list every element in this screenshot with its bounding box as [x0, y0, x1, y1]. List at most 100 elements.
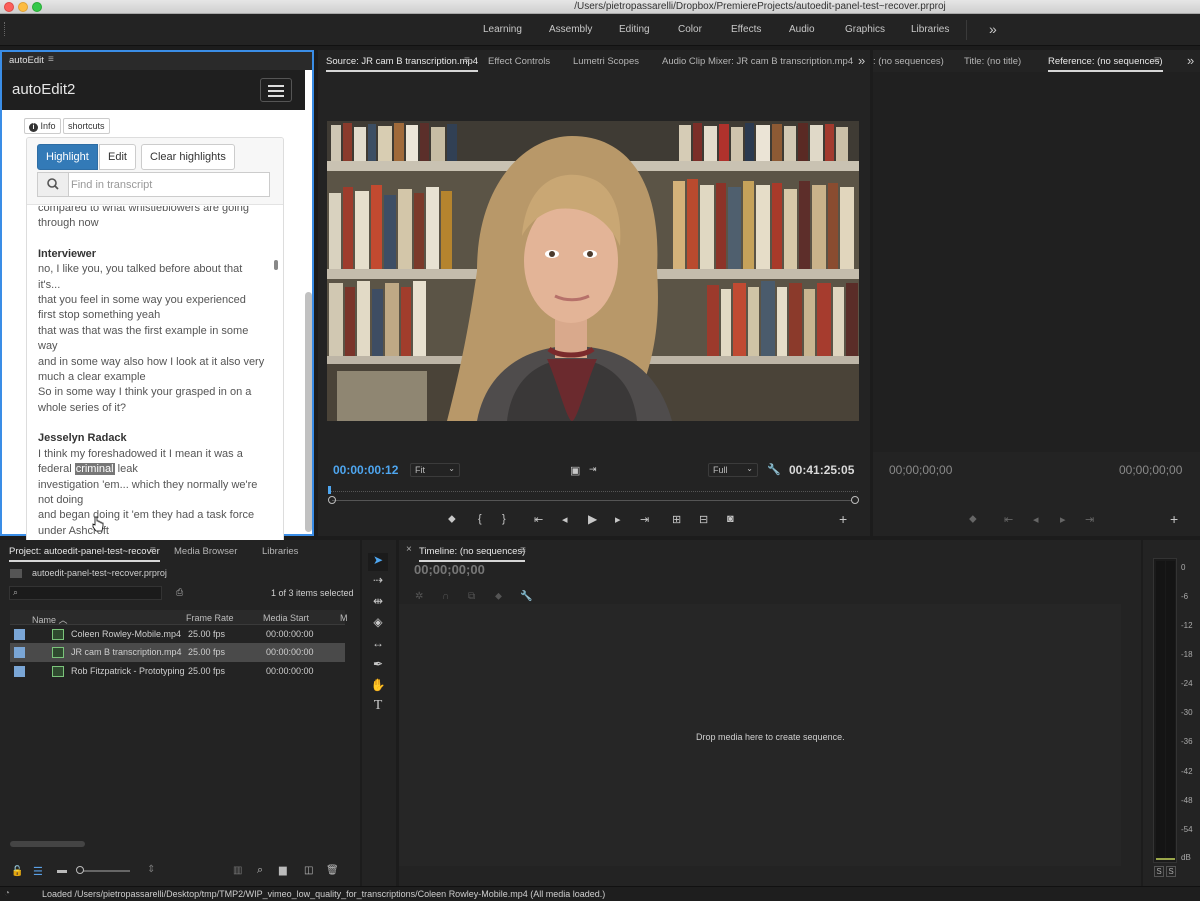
- close-tab-icon[interactable]: ×: [406, 544, 412, 555]
- insert-icon[interactable]: ⊞: [672, 513, 681, 526]
- tabs-overflow-icon[interactable]: »: [858, 53, 865, 68]
- highlighted-word[interactable]: criminal: [74, 463, 115, 476]
- workspace-audio[interactable]: Audio: [789, 24, 815, 35]
- trim-icon[interactable]: ⇥: [589, 464, 597, 475]
- quality-dropdown[interactable]: Full ⌄: [708, 463, 758, 477]
- transcript-scroll-thumb[interactable]: [274, 260, 278, 270]
- transcript-line[interactable]: and began doing it 'em they had a task f…: [38, 508, 278, 523]
- transcript-line[interactable]: through now: [38, 216, 278, 231]
- highlight-button[interactable]: Highlight: [37, 144, 98, 170]
- workspace-learning[interactable]: Learning: [483, 24, 522, 35]
- trash-icon[interactable]: 🗑: [326, 865, 339, 876]
- panel-scrollbar[interactable]: [305, 292, 312, 532]
- horizontal-scrollbar[interactable]: [10, 841, 85, 847]
- transcript-line[interactable]: that was that was the first example in s…: [38, 324, 278, 339]
- play-icon[interactable]: ▶: [588, 512, 597, 526]
- tabs-overflow-icon[interactable]: »: [1187, 53, 1194, 68]
- search-icon[interactable]: ⌕: [257, 864, 263, 877]
- type-tool-icon[interactable]: T: [368, 698, 388, 716]
- new-search-bin-icon[interactable]: ⎙: [176, 587, 183, 598]
- time-ruler[interactable]: [328, 486, 858, 498]
- playhead[interactable]: [328, 486, 331, 494]
- razor-tool-icon[interactable]: ◈: [368, 615, 388, 633]
- transcript-line[interactable]: that you feel in some way you experience…: [38, 293, 278, 308]
- transcript-line[interactable]: and in some way also how I look at it al…: [38, 355, 278, 370]
- workspace-libraries[interactable]: Libraries: [911, 24, 949, 35]
- transcript-line[interactable]: no, I like you, you talked before about …: [38, 262, 278, 277]
- tab-program[interactable]: : (no sequences): [873, 56, 944, 67]
- go-to-out-icon[interactable]: ⇥: [640, 513, 649, 526]
- ripple-edit-tool-icon[interactable]: ⇹: [368, 594, 388, 612]
- mark-out-icon[interactable]: }: [502, 513, 506, 525]
- workspace-assembly[interactable]: Assembly: [549, 24, 592, 35]
- new-item-icon[interactable]: ◫: [304, 865, 313, 876]
- transcript-line[interactable]: So in some way I think your grasped in o…: [38, 385, 278, 400]
- solo-right-button[interactable]: S: [1166, 866, 1176, 877]
- tab-lumetri-scopes[interactable]: Lumetri Scopes: [573, 56, 639, 67]
- track-select-tool-icon[interactable]: ⇢: [368, 573, 388, 591]
- status-icon[interactable]: ◔: [4, 888, 10, 899]
- transcript-word[interactable]: leak: [118, 463, 138, 475]
- add-marker-icon[interactable]: ⬥: [495, 591, 502, 602]
- add-button-icon[interactable]: +: [1170, 511, 1178, 527]
- panel-menu-icon[interactable]: ≡: [520, 545, 526, 556]
- sort-icon[interactable]: ⇕: [147, 864, 155, 875]
- transcript-line[interactable]: investigation 'em... which they normally…: [38, 478, 278, 493]
- project-item[interactable]: Rob Fitzpatrick - Prototyping 25.00 fps …: [10, 662, 345, 681]
- transcript-line[interactable]: under Ashcroft: [38, 524, 278, 539]
- fit-dropdown[interactable]: Fit ⌄: [410, 463, 460, 477]
- transcript-word[interactable]: federal: [38, 463, 72, 475]
- step-forward-icon[interactable]: ▸: [1060, 513, 1066, 526]
- tab-reference[interactable]: Reference: (no sequences): [1048, 56, 1163, 72]
- tab-media-browser[interactable]: Media Browser: [174, 546, 237, 557]
- export-frame-icon[interactable]: ◙: [727, 513, 734, 525]
- label-color-swatch[interactable]: [14, 666, 25, 677]
- tab-title[interactable]: Title: (no title): [964, 56, 1021, 67]
- tab-autoedit[interactable]: autoEdit: [9, 55, 44, 66]
- panel-menu-icon[interactable]: ≡: [48, 54, 54, 65]
- hamburger-menu-icon[interactable]: [260, 78, 292, 102]
- solo-left-button[interactable]: S: [1154, 866, 1164, 877]
- workspace-graphics[interactable]: Graphics: [845, 24, 885, 35]
- new-bin-icon[interactable]: ▆: [279, 865, 287, 876]
- add-button-icon[interactable]: +: [839, 511, 847, 527]
- snap-icon[interactable]: ✲: [415, 591, 423, 602]
- nest-icon[interactable]: ⧉: [468, 591, 475, 602]
- wrench-icon[interactable]: 🔧: [767, 463, 781, 476]
- go-to-in-icon[interactable]: ⇤: [1004, 513, 1013, 526]
- list-view-icon[interactable]: ☰: [33, 865, 43, 878]
- mark-in-icon[interactable]: {: [478, 513, 482, 525]
- project-item-selected[interactable]: JR cam B transcription.mp4 25.00 fps 00:…: [10, 643, 345, 662]
- overwrite-icon[interactable]: ⊟: [699, 513, 708, 526]
- workspace-effects[interactable]: Effects: [731, 24, 761, 35]
- marker-icon[interactable]: ⬥: [969, 513, 977, 526]
- zoom-slider[interactable]: [76, 866, 130, 874]
- step-forward-icon[interactable]: ▸: [615, 513, 621, 526]
- transcript-line[interactable]: way: [38, 339, 278, 354]
- shortcuts-button[interactable]: shortcuts: [63, 118, 110, 134]
- workspace-editing[interactable]: Editing: [619, 24, 650, 35]
- zoom-handle-left[interactable]: [328, 496, 336, 504]
- transcript-line[interactable]: whole series of it?: [38, 401, 278, 416]
- clear-highlights-button[interactable]: Clear highlights: [141, 144, 235, 170]
- panel-menu-icon[interactable]: ≡: [150, 545, 156, 556]
- transcript-line[interactable]: first stop something yeah: [38, 308, 278, 323]
- tab-effect-controls[interactable]: Effect Controls: [488, 56, 550, 67]
- column-media-start[interactable]: Media Start: [263, 613, 309, 623]
- zoom-bar[interactable]: [332, 500, 852, 501]
- find-in-transcript-input[interactable]: [71, 175, 267, 194]
- source-timecode-in[interactable]: 00:00:00:12: [333, 463, 398, 477]
- go-to-in-icon[interactable]: ⇤: [534, 513, 543, 526]
- slip-tool-icon[interactable]: ↔: [368, 636, 388, 654]
- tab-source[interactable]: Source: JR cam B transcription.mp4: [326, 56, 479, 72]
- step-back-icon[interactable]: ◂: [1033, 513, 1039, 526]
- pen-tool-icon[interactable]: ✒: [368, 657, 388, 675]
- timeline-timecode[interactable]: 00;00;00;00: [414, 562, 485, 577]
- transcript-line[interactable]: not doing: [38, 493, 278, 508]
- column-frame-rate[interactable]: Frame Rate: [186, 613, 234, 623]
- project-item[interactable]: Coleen Rowley-Mobile.mp4 25.00 fps 00:00…: [10, 625, 345, 644]
- transcript-line[interactable]: I think my foreshadowed it I mean it was…: [38, 447, 278, 462]
- panel-menu-icon[interactable]: ≡: [464, 55, 470, 66]
- add-marker-icon[interactable]: ⬥: [448, 513, 456, 526]
- label-color-swatch[interactable]: [14, 647, 25, 658]
